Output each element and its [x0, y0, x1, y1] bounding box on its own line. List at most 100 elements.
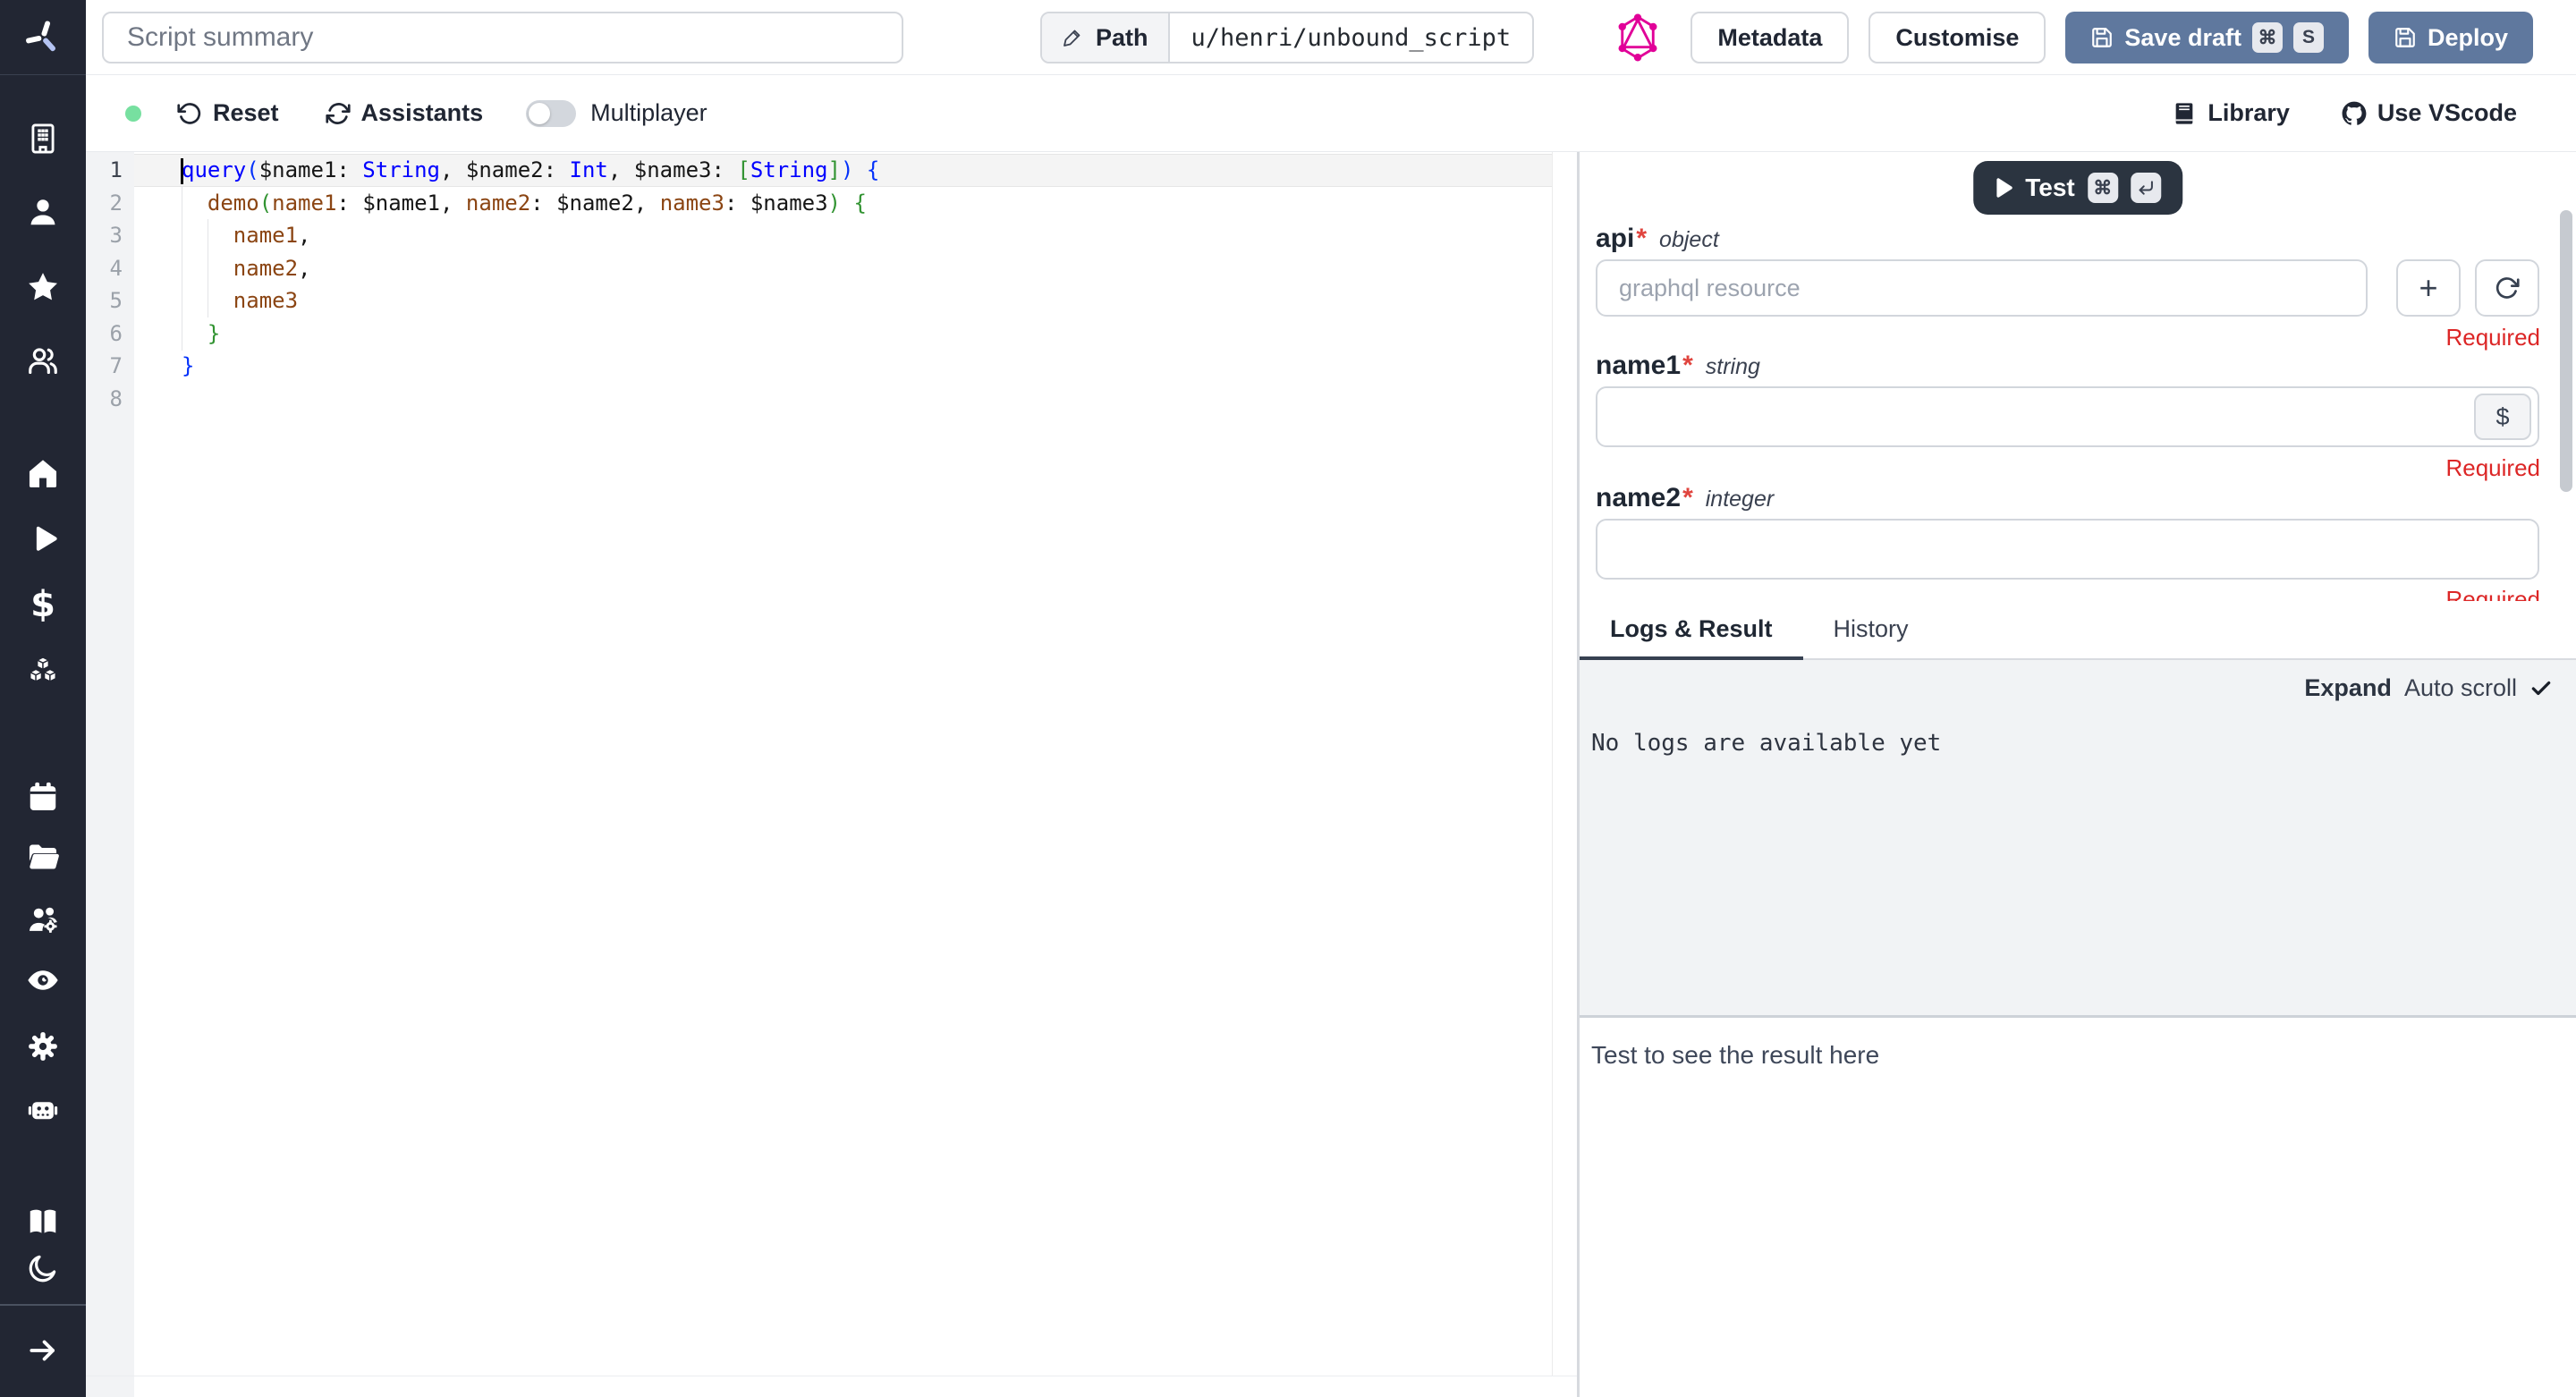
calendar-icon[interactable] — [21, 775, 64, 818]
status-dot — [125, 106, 141, 122]
editor-toolbar: Reset Assistants Multiplayer Library Use… — [86, 75, 2576, 152]
line-number: 2 — [86, 187, 134, 220]
api-input[interactable] — [1596, 259, 2368, 317]
assistants-button[interactable]: Assistants — [326, 99, 484, 127]
required-badge: Required — [2445, 586, 2540, 601]
book-icon — [2172, 101, 2197, 126]
kbd-s: S — [2293, 22, 2324, 53]
multiplayer-label: Multiplayer — [590, 99, 708, 127]
result-area: Test to see the result here — [1580, 1018, 2576, 1397]
code-line[interactable]: } — [134, 318, 1552, 351]
robot-icon[interactable] — [21, 1088, 64, 1131]
tab-history[interactable]: History — [1803, 601, 1939, 660]
building-icon[interactable] — [21, 117, 64, 160]
path-badge[interactable]: Path u/henri/unbound_script — [1040, 12, 1534, 64]
users-icon[interactable] — [21, 339, 64, 382]
kbd-cmd: ⌘ — [2252, 22, 2283, 53]
code-line[interactable]: name1, — [134, 219, 1552, 252]
sidebar-divider — [0, 1304, 86, 1306]
star-icon[interactable] — [21, 266, 64, 309]
user-icon[interactable] — [21, 190, 64, 233]
code-line[interactable]: demo(name1: $name1, name2: $name2, name3… — [134, 187, 1552, 220]
field-label-api: api* object — [1596, 224, 1719, 254]
preview-panel: Test ⌘ api* object + Required name1* — [1580, 152, 2576, 1397]
expand-button[interactable]: Expand — [2304, 674, 2392, 702]
rotate-cw-icon — [2495, 275, 2520, 301]
vscode-button[interactable]: Use VScode — [2342, 99, 2517, 127]
sidebar: $ — [0, 0, 86, 1397]
save-draft-button[interactable]: Save draft ⌘ S — [2065, 12, 2349, 64]
gear-icon[interactable] — [21, 1025, 64, 1068]
return-icon — [2137, 179, 2155, 197]
pencil-icon — [1062, 27, 1083, 48]
dollar-icon[interactable]: $ — [21, 583, 64, 626]
required-badge: Required — [2445, 324, 2540, 351]
play-icon[interactable] — [21, 518, 64, 561]
path-value[interactable]: u/henri/unbound_script — [1170, 13, 1533, 62]
code-line[interactable] — [134, 383, 1552, 416]
home-icon[interactable] — [21, 452, 64, 495]
path-label-section[interactable]: Path — [1042, 13, 1170, 62]
path-label: Path — [1096, 24, 1148, 52]
book-open-icon[interactable] — [21, 1200, 64, 1243]
check-icon[interactable] — [2529, 677, 2553, 700]
name2-input[interactable] — [1596, 519, 2539, 580]
reset-button[interactable]: Reset — [177, 99, 279, 127]
test-button[interactable]: Test ⌘ — [1973, 161, 2182, 215]
autoscroll-label: Auto scroll — [2404, 674, 2517, 702]
cubes-icon[interactable] — [21, 649, 64, 692]
script-summary-input[interactable] — [102, 12, 903, 64]
panel-splitter[interactable] — [1577, 152, 1580, 1397]
code-line[interactable]: name3 — [134, 284, 1552, 318]
customise-button[interactable]: Customise — [1868, 12, 2046, 64]
code-line[interactable]: query($name1: String, $name2: Int, $name… — [134, 154, 1552, 187]
kbd-cmd: ⌘ — [2088, 173, 2118, 203]
save-icon — [2090, 26, 2114, 49]
field-label-name2: name2* integer — [1596, 483, 1774, 513]
library-button[interactable]: Library — [2172, 99, 2290, 127]
multiplayer-toggle[interactable] — [526, 100, 576, 127]
eye-icon[interactable] — [21, 959, 64, 1002]
code-lines[interactable]: query($name1: String, $name2: Int, $name… — [134, 154, 1552, 415]
play-icon — [1995, 178, 2012, 198]
save-icon — [2394, 26, 2417, 49]
scrollbar-thumb[interactable] — [2560, 210, 2572, 492]
line-number: 4 — [86, 252, 134, 285]
topbar: Path u/henri/unbound_script Metadata Cus… — [86, 0, 2576, 75]
field-label-name1: name1* string — [1596, 351, 1760, 381]
panel-tabs: Logs & Result History — [1580, 601, 2576, 660]
line-number: 1 — [86, 154, 134, 187]
toggle-knob — [529, 103, 550, 124]
metadata-button[interactable]: Metadata — [1690, 12, 1849, 64]
folder-icon[interactable] — [21, 835, 64, 878]
result-empty-text: Test to see the result here — [1591, 1041, 1879, 1070]
graphql-logo-icon — [1617, 13, 1658, 63]
deploy-button[interactable]: Deploy — [2368, 12, 2533, 64]
code-line[interactable]: } — [134, 350, 1552, 383]
tab-logs-result[interactable]: Logs & Result — [1580, 601, 1803, 660]
line-number: 3 — [86, 219, 134, 252]
refresh-icon — [326, 101, 351, 126]
line-numbers: 12345678 — [86, 152, 134, 1397]
add-resource-button[interactable]: + — [2396, 259, 2461, 317]
line-number: 6 — [86, 318, 134, 351]
name1-input[interactable] — [1596, 386, 2539, 447]
insert-variable-button[interactable]: $ — [2474, 394, 2531, 440]
rotate-ccw-icon — [177, 101, 202, 126]
toolbar-right: Library Use VScode — [2172, 99, 2576, 127]
topbar-actions: Metadata Customise Save draft ⌘ S Deploy — [1690, 12, 2533, 64]
moon-icon[interactable] — [21, 1247, 64, 1290]
line-number: 7 — [86, 350, 134, 383]
refresh-resource-button[interactable] — [2475, 259, 2539, 317]
required-badge: Required — [2445, 454, 2540, 482]
line-number: 8 — [86, 383, 134, 416]
github-icon — [2342, 101, 2367, 126]
code-line[interactable]: name2, — [134, 252, 1552, 285]
arrow-right-icon[interactable] — [21, 1329, 64, 1372]
editor-overview-border — [1552, 152, 1553, 1376]
users-gear-icon[interactable] — [21, 899, 64, 942]
code-editor[interactable]: 12345678 query($name1: String, $name2: I… — [86, 152, 1577, 1397]
kbd-return — [2131, 173, 2161, 203]
windmill-logo[interactable] — [0, 0, 86, 75]
text-cursor — [181, 158, 183, 184]
